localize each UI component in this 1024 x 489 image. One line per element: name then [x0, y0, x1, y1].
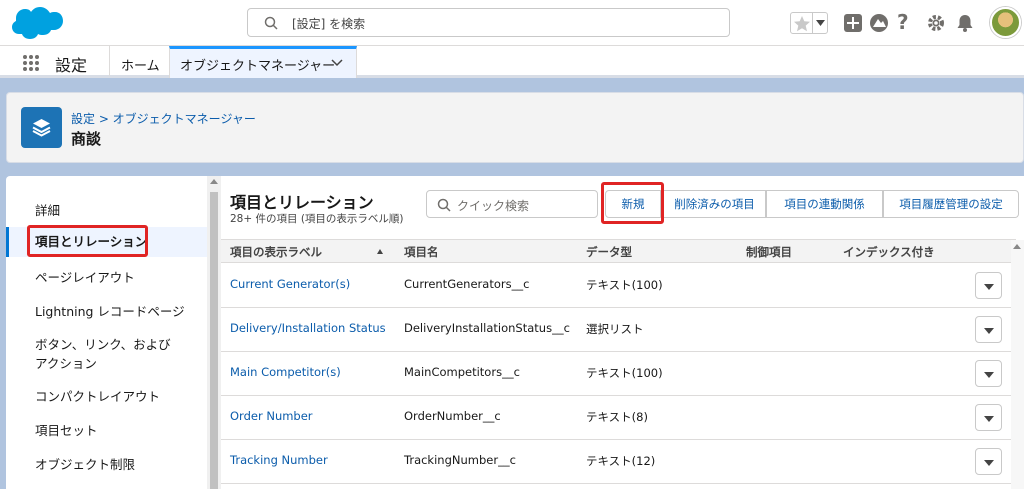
search-icon: [437, 198, 451, 212]
sidebar-scroll-thumb[interactable]: [210, 192, 218, 489]
field-data-type: テキスト(12): [586, 454, 656, 468]
search-placeholder: [設定] を検索: [292, 17, 366, 31]
app-name: 設定: [55, 56, 88, 75]
global-header: [設定] を検索 ?: [0, 0, 1024, 46]
column-header-data-type[interactable]: データ型: [586, 244, 632, 260]
chevron-down-icon: [816, 20, 825, 26]
row-actions-button[interactable]: [975, 404, 1002, 431]
sidebar-item-compact-layouts[interactable]: コンパクトレイアウト: [6, 386, 207, 406]
field-data-type: 選択リスト: [586, 322, 644, 336]
column-header-api-name[interactable]: 項目名: [404, 244, 439, 260]
field-label-link[interactable]: Tracking Number: [230, 453, 328, 467]
table-scrollbar[interactable]: [1011, 240, 1024, 489]
trailhead-icon[interactable]: [868, 12, 890, 34]
table-row: Tracking Number TrackingNumber__c テキスト(1…: [221, 440, 1016, 484]
sidebar-item-buttons-links-actions-line2[interactable]: アクション: [6, 353, 207, 371]
field-api-name: MainCompetitors__c: [404, 365, 520, 379]
chevron-down-icon[interactable]: [330, 58, 344, 68]
tab-home[interactable]: ホーム: [121, 55, 160, 74]
app-navigation-bar: 設定 ホーム オブジェクトマネージャー: [0, 46, 1024, 78]
field-data-type: テキスト(100): [586, 366, 663, 380]
tab-object-manager-label: オブジェクトマネージャー: [180, 59, 336, 74]
quick-search-placeholder: クイック検索: [457, 199, 530, 213]
tab-object-manager[interactable]: オブジェクトマネージャー: [169, 46, 357, 78]
section-subtitle: 28+ 件の項目 (項目の表示ラベル順): [230, 213, 404, 225]
scroll-up-icon[interactable]: [210, 179, 218, 184]
sidebar-item-page-layouts[interactable]: ページレイアウト: [6, 267, 207, 287]
field-data-type: テキスト(100): [586, 278, 663, 292]
sidebar-item-object-limits[interactable]: オブジェクト制限: [6, 454, 207, 474]
field-label-link[interactable]: Main Competitor(s): [230, 365, 341, 379]
table-header: 項目の表示ラベル 項目名 データ型 制御項目 インデックス付き: [221, 239, 1016, 263]
section-title: 項目とリレーション: [230, 193, 374, 212]
field-label-link[interactable]: Current Generator(s): [230, 277, 350, 291]
field-api-name: DeliveryInstallationStatus__c: [404, 321, 570, 335]
chevron-down-icon: [984, 284, 994, 290]
sidebar-item-details[interactable]: 詳細: [6, 200, 207, 220]
field-api-name: OrderNumber__c: [404, 409, 501, 423]
object-icon: [21, 107, 62, 148]
chevron-down-icon: [984, 372, 994, 378]
star-icon[interactable]: [793, 15, 811, 32]
field-dependencies-button[interactable]: 項目の連動関係: [766, 190, 883, 218]
breadcrumb[interactable]: 設定 > オブジェクトマネージャー: [71, 110, 256, 127]
favorites-button[interactable]: [790, 12, 828, 34]
nav-divider: [109, 46, 110, 76]
field-label-link[interactable]: Order Number: [230, 409, 313, 423]
quick-search-input[interactable]: クイック検索: [426, 190, 598, 218]
row-actions-button[interactable]: [975, 316, 1002, 343]
object-sidebar: 詳細 項目とリレーション ページレイアウト Lightning レコードページ …: [6, 176, 207, 489]
table-row: Main Competitor(s) MainCompetitors__c テキ…: [221, 352, 1016, 396]
field-api-name: TrackingNumber__c: [404, 453, 516, 467]
plus-icon[interactable]: [842, 12, 864, 34]
sidebar-item-lightning-record-pages[interactable]: Lightning レコードページ: [6, 301, 207, 321]
chevron-down-icon: [984, 416, 994, 422]
salesforce-cloud-logo[interactable]: [9, 6, 63, 40]
chevron-down-icon: [984, 328, 994, 334]
row-actions-button[interactable]: [975, 272, 1002, 299]
favorites-list-button[interactable]: [812, 13, 827, 33]
deleted-fields-button[interactable]: 削除済みの項目: [663, 190, 766, 218]
page-title: 商談: [71, 130, 102, 148]
bell-icon[interactable]: [954, 12, 976, 34]
avatar[interactable]: [990, 7, 1021, 38]
scroll-up-icon[interactable]: [1013, 244, 1021, 249]
gear-icon[interactable]: [925, 12, 947, 34]
field-label-link[interactable]: Delivery/Installation Status: [230, 321, 386, 335]
sort-ascending-icon[interactable]: [377, 249, 383, 254]
table-row: Order Number OrderNumber__c テキスト(8): [221, 396, 1016, 440]
highlight-box: [27, 225, 148, 257]
field-history-tracking-button[interactable]: 項目履歴管理の設定: [883, 190, 1019, 218]
field-data-type: テキスト(8): [586, 410, 648, 424]
column-header-indexed[interactable]: インデックス付き: [843, 244, 935, 260]
table-row: Current Generator(s) CurrentGenerators__…: [221, 264, 1016, 308]
highlight-box: [601, 182, 664, 224]
sidebar-scrollbar[interactable]: [207, 176, 221, 489]
sidebar-item-field-sets[interactable]: 項目セット: [6, 420, 207, 440]
sidebar-item-buttons-links-actions[interactable]: ボタン、リンク、および: [6, 334, 207, 352]
row-actions-button[interactable]: [975, 360, 1002, 387]
table-row: Delivery/Installation Status DeliveryIns…: [221, 308, 1016, 352]
search-icon: [264, 16, 278, 30]
chevron-down-icon: [984, 460, 994, 466]
row-actions-button[interactable]: [975, 448, 1002, 475]
column-header-controlling-field[interactable]: 制御項目: [746, 244, 792, 260]
column-header-label[interactable]: 項目の表示ラベル: [230, 244, 322, 260]
page-header: 設定 > オブジェクトマネージャー 商談: [6, 92, 1024, 163]
field-api-name: CurrentGenerators__c: [404, 277, 530, 291]
setup-search-input[interactable]: [設定] を検索: [247, 8, 730, 37]
help-icon[interactable]: ?: [897, 10, 919, 34]
app-launcher-icon[interactable]: [22, 54, 40, 72]
layers-icon: [32, 119, 51, 137]
